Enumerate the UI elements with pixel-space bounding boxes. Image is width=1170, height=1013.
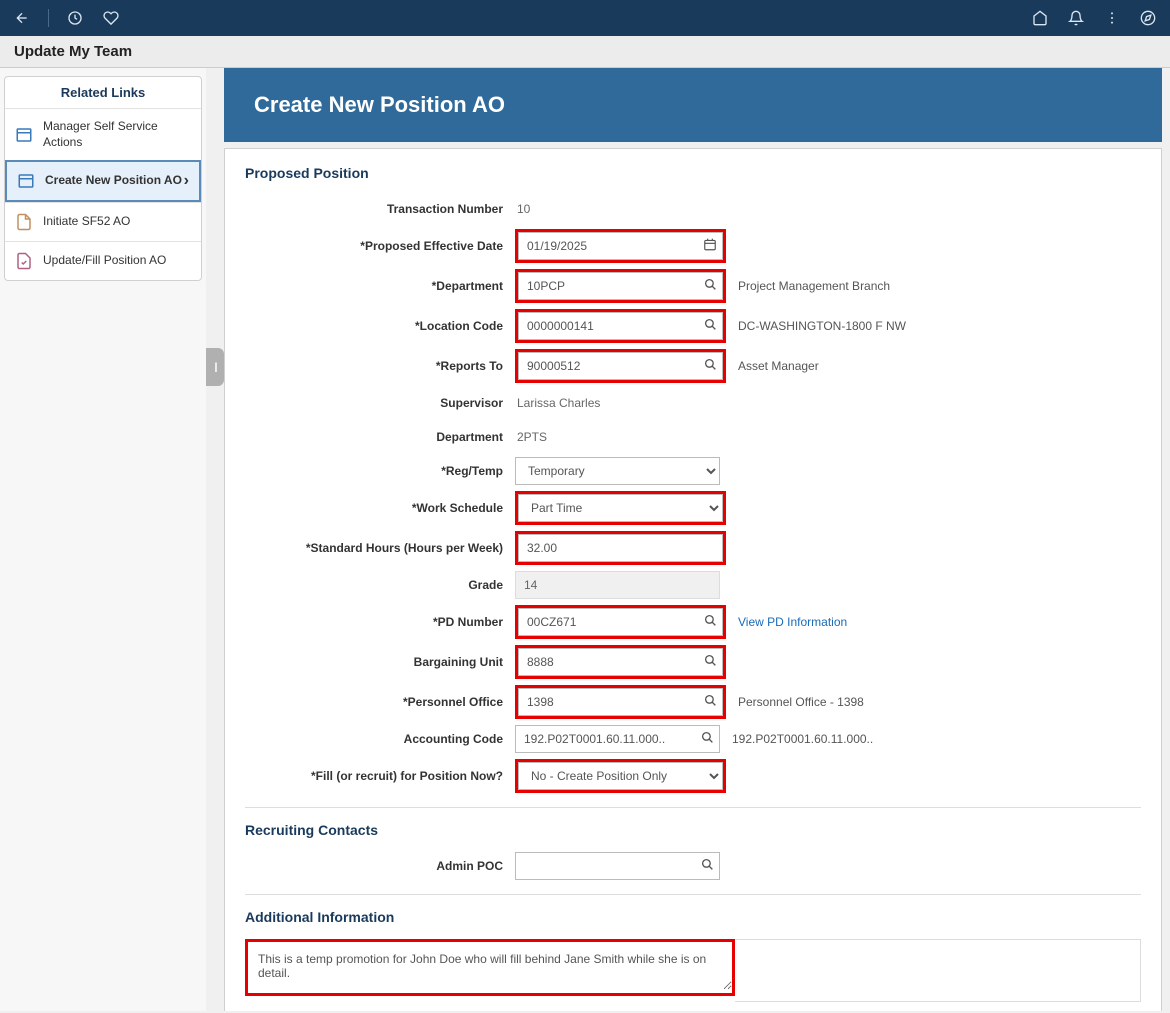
search-icon[interactable] (701, 858, 714, 874)
label-accounting-code: Accounting Code (245, 732, 515, 746)
search-icon[interactable] (704, 358, 717, 374)
history-icon[interactable] (65, 8, 85, 28)
compass-icon[interactable] (1138, 8, 1158, 28)
label-pd-number: *PD Number (245, 615, 515, 629)
view-pd-link[interactable]: View PD Information (738, 615, 847, 629)
label-supervisor-dept: Department (245, 430, 515, 444)
value-supervisor: Larissa Charles (515, 396, 600, 410)
page-title: Update My Team (14, 43, 132, 60)
search-icon[interactable] (704, 278, 717, 294)
bell-icon[interactable] (1066, 8, 1086, 28)
sidebar-item-update-fill[interactable]: Update/Fill Position AO (5, 241, 201, 280)
top-nav-bar (0, 0, 1170, 36)
work-schedule-select[interactable]: Part Time (518, 494, 723, 522)
sidebar-collapse-handle[interactable]: || (206, 348, 224, 386)
location-desc: DC-WASHINGTON-1800 F NW (738, 319, 906, 333)
sidebar-item-initiate-sf52[interactable]: Initiate SF52 AO (5, 202, 201, 241)
sidebar-title: Related Links (5, 77, 201, 108)
personnel-office-desc: Personnel Office - 1398 (738, 695, 864, 709)
accounting-code-input[interactable] (515, 725, 720, 753)
label-work-schedule: *Work Schedule (245, 501, 515, 515)
calendar-icon[interactable] (703, 238, 717, 255)
department-desc: Project Management Branch (738, 279, 890, 293)
bargaining-unit-input[interactable] (518, 648, 723, 676)
section-recruiting-contacts: Recruiting Contacts (245, 822, 1141, 838)
proposed-date-input[interactable] (518, 232, 723, 260)
page-title-bar: Update My Team (0, 36, 1170, 68)
label-proposed-date: *Proposed Effective Date (245, 239, 515, 253)
label-standard-hours: *Standard Hours (Hours per Week) (245, 541, 515, 555)
location-code-input[interactable] (518, 312, 723, 340)
search-icon[interactable] (701, 731, 714, 747)
label-transaction-number: Transaction Number (245, 202, 515, 216)
label-location-code: *Location Code (245, 319, 515, 333)
more-icon[interactable] (1102, 8, 1122, 28)
label-reg-temp: *Reg/Temp (245, 464, 515, 478)
accounting-code-desc: 192.P02T0001.60.11.000.. (732, 732, 873, 746)
heart-icon[interactable] (101, 8, 121, 28)
standard-hours-input[interactable] (518, 534, 723, 562)
nav-divider (48, 9, 49, 27)
fill-now-select[interactable]: No - Create Position Only (518, 762, 723, 790)
label-fill-now: *Fill (or recruit) for Position Now? (245, 769, 515, 783)
search-icon[interactable] (704, 694, 717, 710)
sidebar-item-label: Create New Position AO (45, 173, 182, 189)
section-additional-info: Additional Information (245, 909, 1141, 925)
sidebar-item-mss-actions[interactable]: Manager Self Service Actions (5, 108, 201, 160)
additional-info-textarea[interactable]: This is a temp promotion for John Doe wh… (248, 942, 732, 990)
value-supervisor-dept: 2PTS (515, 430, 547, 444)
back-icon[interactable] (12, 8, 32, 28)
admin-poc-input[interactable] (515, 852, 720, 880)
window-icon (15, 126, 33, 144)
reg-temp-select[interactable]: Temporary (515, 457, 720, 485)
pd-number-input[interactable] (518, 608, 723, 636)
textarea-extension (735, 939, 1141, 1002)
search-icon[interactable] (704, 318, 717, 334)
value-transaction-number: 10 (515, 202, 530, 216)
home-icon[interactable] (1030, 8, 1050, 28)
label-bargaining-unit: Bargaining Unit (245, 655, 515, 669)
sidebar-item-label: Update/Fill Position AO (43, 253, 166, 269)
banner-title: Create New Position AO (254, 92, 505, 117)
label-personnel-office: *Personnel Office (245, 695, 515, 709)
personnel-office-input[interactable] (518, 688, 723, 716)
sidebar-item-create-position[interactable]: Create New Position AO (5, 160, 201, 202)
window-icon (17, 172, 35, 190)
sidebar-item-label: Initiate SF52 AO (43, 214, 130, 230)
label-supervisor: Supervisor (245, 396, 515, 410)
grade-input (515, 571, 720, 599)
search-icon[interactable] (704, 654, 717, 670)
sidebar: Related Links Manager Self Service Actio… (0, 68, 206, 1011)
sidebar-item-label: Manager Self Service Actions (43, 119, 191, 150)
form-card: Proposed Position Transaction Number 10 … (224, 148, 1162, 1011)
document-icon (15, 213, 33, 231)
page-banner: Create New Position AO (224, 68, 1162, 142)
reports-to-desc: Asset Manager (738, 359, 819, 373)
reports-to-input[interactable] (518, 352, 723, 380)
label-grade: Grade (245, 578, 515, 592)
label-admin-poc: Admin POC (245, 859, 515, 873)
department-input[interactable] (518, 272, 723, 300)
search-icon[interactable] (704, 614, 717, 630)
label-reports-to: *Reports To (245, 359, 515, 373)
document-check-icon (15, 252, 33, 270)
label-department: *Department (245, 279, 515, 293)
section-proposed-position: Proposed Position (245, 165, 1141, 181)
